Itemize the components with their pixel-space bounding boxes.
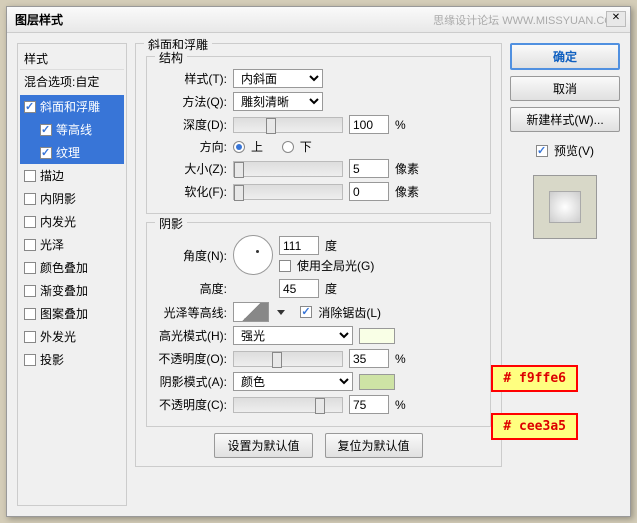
style-label: 颜色叠加 (40, 259, 88, 276)
highlight-mode-label: 高光模式(H): (157, 327, 227, 344)
style-label: 描边 (40, 167, 64, 184)
style-checkbox[interactable] (24, 354, 36, 366)
shading-group: 阴影 角度(N): 度 使用全局光(G) 高度:度 光泽等高线: 消除锯齿(L)… (146, 222, 491, 427)
highlight-opacity-input[interactable] (349, 349, 389, 368)
soften-slider[interactable] (233, 184, 343, 200)
style-label: 等高线 (56, 121, 92, 138)
style-checkbox[interactable] (24, 239, 36, 251)
style-item-1[interactable]: 等高线 (20, 118, 124, 141)
altitude-input[interactable] (279, 279, 319, 298)
style-label: 样式(T): (157, 70, 227, 87)
shadow-color-swatch[interactable] (359, 374, 395, 390)
structure-group: 结构 样式(T):内斜面 方法(Q):雕刻清晰 深度(D):% 方向:上 下 大… (146, 56, 491, 214)
close-button[interactable]: ✕ (606, 11, 626, 27)
titlebar: 图层样式 思缘设计论坛 WWW.MISSYUAN.COM ✕ (7, 7, 630, 33)
ok-button[interactable]: 确定 (510, 43, 620, 70)
preview-checkbox[interactable] (536, 145, 548, 157)
highlight-opacity-label: 不透明度(O): (157, 350, 227, 367)
style-label: 纹理 (56, 144, 80, 161)
depth-slider[interactable] (233, 117, 343, 133)
style-item-2[interactable]: 纹理 (20, 141, 124, 164)
style-checkbox[interactable] (24, 308, 36, 320)
style-label: 渐变叠加 (40, 282, 88, 299)
style-checkbox[interactable] (24, 331, 36, 343)
layer-style-dialog: 图层样式 思缘设计论坛 WWW.MISSYUAN.COM ✕ 样式 混合选项:自… (6, 6, 631, 517)
bevel-emboss-panel: 斜面和浮雕 结构 样式(T):内斜面 方法(Q):雕刻清晰 深度(D):% 方向… (135, 43, 502, 467)
structure-title: 结构 (155, 49, 187, 66)
style-checkbox[interactable] (24, 101, 36, 113)
size-slider[interactable] (233, 161, 343, 177)
shadow-mode-label: 阴影模式(A): (157, 373, 227, 390)
highlight-opacity-slider[interactable] (233, 351, 343, 367)
shadow-mode-select[interactable]: 颜色 (233, 372, 353, 391)
styles-panel: 样式 混合选项:自定 斜面和浮雕等高线纹理描边内阴影内发光光泽颜色叠加渐变叠加图… (17, 43, 127, 506)
style-label: 内发光 (40, 213, 76, 230)
style-checkbox[interactable] (24, 193, 36, 205)
make-default-button[interactable]: 设置为默认值 (214, 433, 312, 458)
style-label: 外发光 (40, 328, 76, 345)
style-item-11[interactable]: 投影 (20, 348, 124, 371)
style-checkbox[interactable] (24, 216, 36, 228)
window-title: 图层样式 (15, 11, 63, 28)
size-label: 大小(Z): (157, 160, 227, 177)
style-item-6[interactable]: 光泽 (20, 233, 124, 256)
soften-label: 软化(F): (157, 183, 227, 200)
style-checkbox[interactable] (24, 170, 36, 182)
shading-title: 阴影 (155, 215, 187, 232)
soften-input[interactable] (349, 182, 389, 201)
depth-input[interactable] (349, 115, 389, 134)
style-label: 光泽 (40, 236, 64, 253)
technique-select[interactable]: 雕刻清晰 (233, 92, 323, 111)
style-checkbox[interactable] (24, 285, 36, 297)
highlight-mode-select[interactable]: 强光 (233, 326, 353, 345)
style-item-0[interactable]: 斜面和浮雕 (20, 95, 124, 118)
new-style-button[interactable]: 新建样式(W)... (510, 107, 620, 132)
styles-title: 样式 (20, 48, 124, 70)
highlight-color-annotation: # f9ffe6 (491, 365, 578, 392)
size-input[interactable] (349, 159, 389, 178)
style-checkbox[interactable] (40, 124, 52, 136)
technique-label: 方法(Q): (157, 93, 227, 110)
style-item-10[interactable]: 外发光 (20, 325, 124, 348)
style-item-9[interactable]: 图案叠加 (20, 302, 124, 325)
gloss-contour[interactable] (233, 302, 269, 322)
highlight-color-swatch[interactable] (359, 328, 395, 344)
shadow-opacity-slider[interactable] (233, 397, 343, 413)
antialias-checkbox[interactable] (300, 306, 312, 318)
depth-label: 深度(D): (157, 116, 227, 133)
watermark: 思缘设计论坛 WWW.MISSYUAN.COM (433, 12, 622, 28)
angle-label: 角度(N): (157, 247, 227, 264)
style-checkbox[interactable] (24, 262, 36, 274)
style-item-7[interactable]: 颜色叠加 (20, 256, 124, 279)
style-item-5[interactable]: 内发光 (20, 210, 124, 233)
angle-input[interactable] (279, 236, 319, 255)
style-item-3[interactable]: 描边 (20, 164, 124, 187)
cancel-button[interactable]: 取消 (510, 76, 620, 101)
shadow-opacity-label: 不透明度(C): (157, 396, 227, 413)
direction-down-radio[interactable] (282, 141, 294, 153)
shadow-opacity-input[interactable] (349, 395, 389, 414)
style-label: 斜面和浮雕 (40, 98, 100, 115)
chevron-down-icon[interactable] (277, 310, 285, 315)
preview-label: 预览(V) (554, 142, 594, 159)
direction-up-radio[interactable] (233, 141, 245, 153)
style-checkbox[interactable] (40, 147, 52, 159)
style-label: 图案叠加 (40, 305, 88, 322)
angle-dial[interactable] (233, 235, 273, 275)
global-light-checkbox[interactable] (279, 260, 291, 272)
blend-options[interactable]: 混合选项:自定 (20, 70, 124, 93)
reset-default-button[interactable]: 复位为默认值 (325, 433, 423, 458)
style-item-4[interactable]: 内阴影 (20, 187, 124, 210)
preview-thumbnail (533, 175, 597, 239)
style-label: 投影 (40, 351, 64, 368)
style-item-8[interactable]: 渐变叠加 (20, 279, 124, 302)
style-select[interactable]: 内斜面 (233, 69, 323, 88)
direction-label: 方向: (157, 138, 227, 155)
gloss-contour-label: 光泽等高线: (157, 304, 227, 321)
style-label: 内阴影 (40, 190, 76, 207)
altitude-label: 高度: (157, 280, 227, 297)
shadow-color-annotation: # cee3a5 (491, 413, 578, 440)
